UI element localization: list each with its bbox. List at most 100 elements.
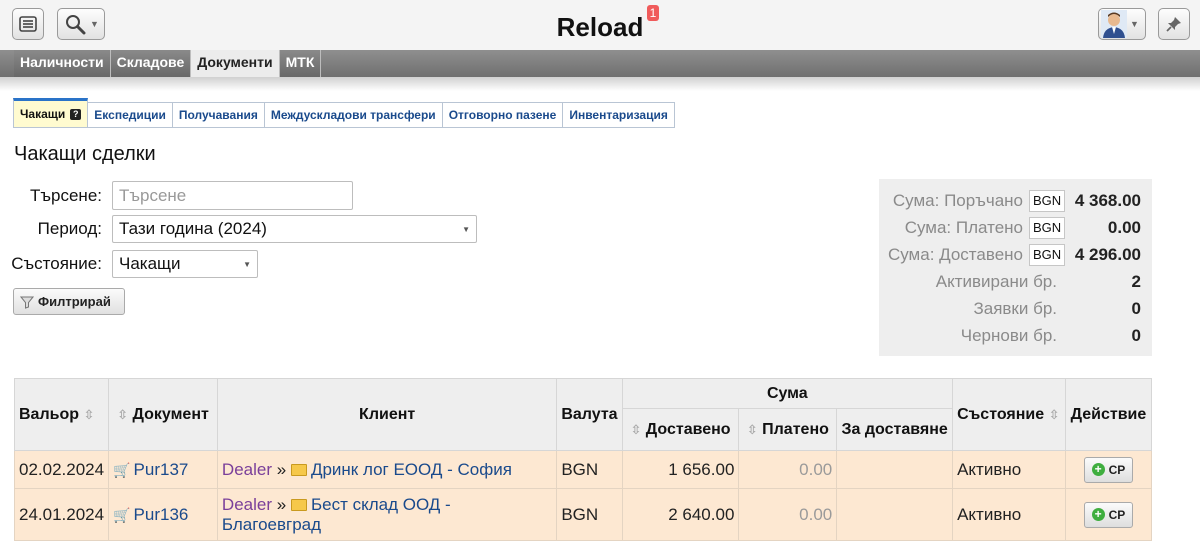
cell-client: Dealer » Дринк лог ЕООД - София [216,450,558,489]
pin-icon [1166,17,1181,32]
sub-tabs: Чакащи ? Експедиции Получавания Междускл… [13,96,675,128]
summary-ordered-label: Сума: Поръчано [892,190,1023,210]
cell-delivered: 2 640.00 [621,488,740,541]
status-label: Състояние: [11,254,102,273]
table-row: 24.01.2024 🛒 Pur136 Dealer » Бест склад О… [13,488,1153,541]
page-title: Чакащи сделки [14,143,156,165]
sort-icon: ⇳ [83,406,95,422]
cell-paid: 0.00 [738,450,838,489]
summary-activated-label: Активирани бр. [935,271,1057,291]
search-input[interactable] [112,181,353,210]
client-link[interactable]: Дринк лог ЕООД - София [311,460,512,479]
cell-currency: BGN [556,488,623,541]
user-avatar-icon [1101,10,1127,38]
document-link[interactable]: Pur137 [134,460,189,479]
summary-activated-value: 2 [1131,271,1141,291]
summary-requests: Заявки бр. 0 [879,295,1152,322]
summary-paid-label: Сума: Платено [904,217,1023,237]
col-document[interactable]: ⇳ Документ [108,378,218,451]
folder-icon [290,498,307,511]
summary-requests-label: Заявки бр. [973,298,1057,318]
chevron-down-icon: ▼ [462,224,470,234]
col-client[interactable]: Клиент [216,378,558,451]
filter-button[interactable]: Филтрирай [13,288,125,315]
col-delivered[interactable]: ⇳ Доставено [621,408,740,451]
summary-delivered-label: Сума: Доставено [887,244,1023,264]
cell-document: 🛒 Pur136 [108,488,218,541]
cell-document: 🛒 Pur137 [108,450,218,489]
cell-status: Активно [952,450,1066,489]
summary-requests-value: 0 [1131,298,1141,318]
sort-icon: ⇳ [630,421,642,437]
plus-icon: + [1091,508,1105,521]
tab-receipts[interactable]: Получавания [172,102,265,128]
summary-delivered: Сума: Доставено BGN 4 296.00 [879,241,1152,268]
summary-drafts: Чернови бр. 0 [879,322,1152,349]
tab-shipments[interactable]: Експедиции [88,102,173,128]
period-select-value: Тази година (2024) [119,219,267,238]
nav-item-warehouses[interactable]: Складове [110,50,192,77]
col-currency[interactable]: Валута [556,378,623,451]
summary-paid: Сума: Платено BGN 0.00 [879,214,1152,241]
summary-paid-value: 0.00 [1107,217,1141,237]
filter-button-label: Филтрирай [38,294,111,309]
document-link[interactable]: Pur136 [134,505,189,524]
chevron-down-icon: ▼ [243,259,251,269]
col-document-label: Документ [132,405,209,423]
col-valor[interactable]: Вальор ⇳ [13,378,110,451]
col-to-deliver[interactable]: За доставяне [836,408,954,451]
nav-item-mtk[interactable]: МТК [279,50,322,77]
add-cp-button-label: СР [1108,507,1126,522]
status-select-value: Чакащи [119,254,181,273]
col-paid[interactable]: ⇳ Платено [738,408,838,451]
status-select[interactable]: Чакащи ▼ [112,250,258,278]
pin-button[interactable] [1158,8,1190,40]
dealer-link[interactable]: Dealer [222,460,272,479]
tab-transfers[interactable]: Междускладови трансфери [264,102,443,128]
deals-table: Вальор ⇳ ⇳ Документ Клиент Валута Сума С… [13,378,1153,541]
summary-panel: Сума: Поръчано BGN 4 368.00 Сума: Платен… [879,179,1152,356]
funnel-icon [20,296,34,309]
tab-inventory[interactable]: Инвентаризация [563,102,675,128]
cell-delivered: 1 656.00 [621,450,740,489]
top-bar: ▼ Reload 1 ▼ [0,0,1200,50]
notification-badge[interactable]: 1 [646,5,660,21]
search-row: Търсене: [0,181,353,210]
folder-icon [290,463,307,476]
cell-to-deliver [836,450,954,489]
summary-ordered: Сума: Поръчано BGN 4 368.00 [879,187,1152,214]
status-row: Състояние: Чакащи ▼ [0,250,258,278]
col-status-label: Състояние [957,405,1045,423]
cell-status: Активно [952,488,1066,541]
cell-action: + СР [1064,450,1153,489]
cell-action: + СР [1064,488,1153,541]
add-cp-button[interactable]: + СР [1083,456,1134,483]
dealer-link[interactable]: Dealer [222,495,272,514]
help-icon[interactable]: ? [70,108,82,120]
nav-item-stock[interactable]: Наличности [14,50,111,77]
cell-currency: BGN [556,450,623,489]
summary-activated: Активирани бр. 2 [879,268,1152,295]
app-title[interactable]: Reload [557,12,644,42]
tab-pending[interactable]: Чакащи ? [13,98,89,128]
breadcrumb-separator: » [276,494,287,514]
search-label: Търсене: [30,185,102,205]
add-cp-button[interactable]: + СР [1083,501,1134,528]
cell-client: Dealer » Бест склад ООД - Благоевград [216,488,558,541]
col-sum: Сума [621,378,954,409]
cell-to-deliver [836,488,954,541]
period-label: Период: [37,219,102,238]
chevron-down-icon: ▼ [1130,19,1139,29]
col-status[interactable]: Състояние ⇳ [952,378,1066,451]
summary-drafts-value: 0 [1131,325,1141,345]
cell-date: 24.01.2024 [13,488,110,541]
currency-badge: BGN [1029,216,1066,239]
tab-custody[interactable]: Отговорно пазене [442,102,564,128]
cart-icon: 🛒 [113,461,131,478]
period-select[interactable]: Тази година (2024) ▼ [112,215,477,243]
user-menu-button[interactable]: ▼ [1098,8,1146,40]
nav-shadow [0,77,1200,91]
table-row: 02.02.2024 🛒 Pur137 Dealer » Дринк лог ЕО… [13,450,1153,489]
nav-item-documents[interactable]: Документи [191,50,280,77]
breadcrumb-separator: » [276,459,287,479]
